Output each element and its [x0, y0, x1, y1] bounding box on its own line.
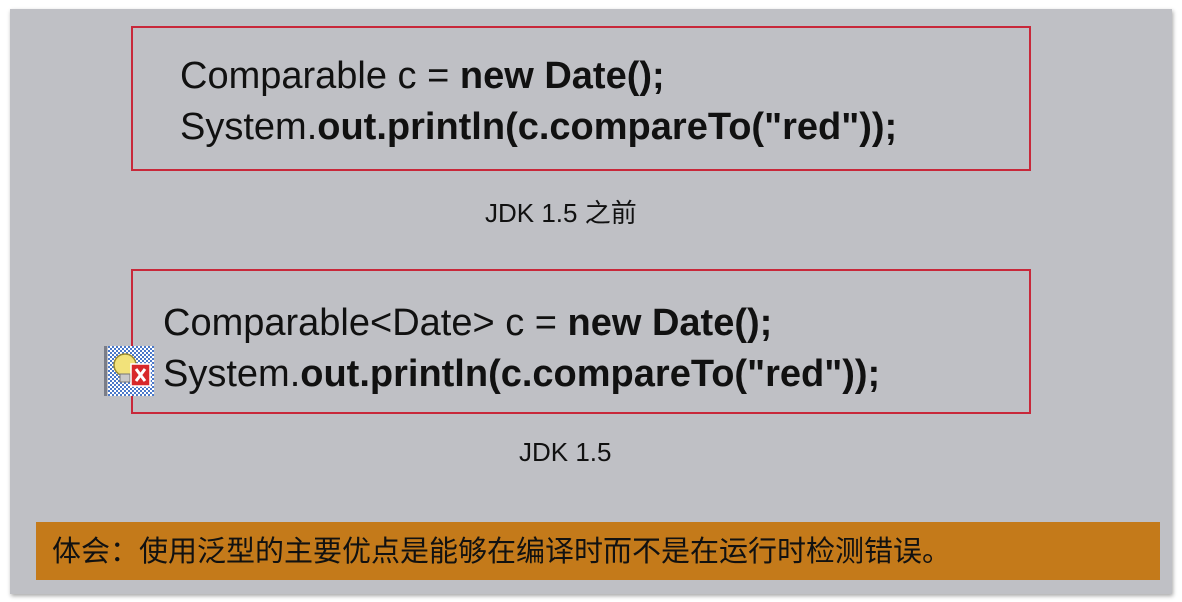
- code-before-line-2: System.out.println(c.compareTo("red"));: [180, 105, 897, 149]
- code-before-line-1: Comparable c = new Date();: [180, 54, 665, 98]
- code-keyword-text: out.println(c.compareTo("red"));: [317, 106, 898, 148]
- code-after-line-1: Comparable<Date> c = new Date();: [163, 301, 772, 345]
- slide: Comparable c = new Date(); System.out.pr…: [10, 9, 1172, 594]
- code-keyword-text: new Date();: [459, 55, 665, 97]
- caption-after: JDK 1.5: [519, 437, 612, 467]
- code-text: System.: [163, 353, 301, 395]
- code-text: Comparable c =: [180, 55, 460, 97]
- caption-before: JDK 1.5 之前: [485, 198, 637, 228]
- code-box-before: [131, 26, 1031, 171]
- code-keyword-text: out.println(c.compareTo("red"));: [300, 353, 881, 395]
- code-text: Comparable<Date> c =: [163, 302, 568, 344]
- takeaway-text: 体会：使用泛型的主要优点是能够在编译时而不是在运行时检测错误。: [52, 534, 952, 568]
- code-text: System.: [180, 106, 318, 148]
- code-keyword-text: new Date();: [567, 302, 773, 344]
- error-lightbulb-icon[interactable]: [104, 346, 154, 396]
- code-after-line-2: System.out.println(c.compareTo("red"));: [163, 352, 880, 396]
- takeaway-banner: 体会：使用泛型的主要优点是能够在编译时而不是在运行时检测错误。: [36, 522, 1160, 580]
